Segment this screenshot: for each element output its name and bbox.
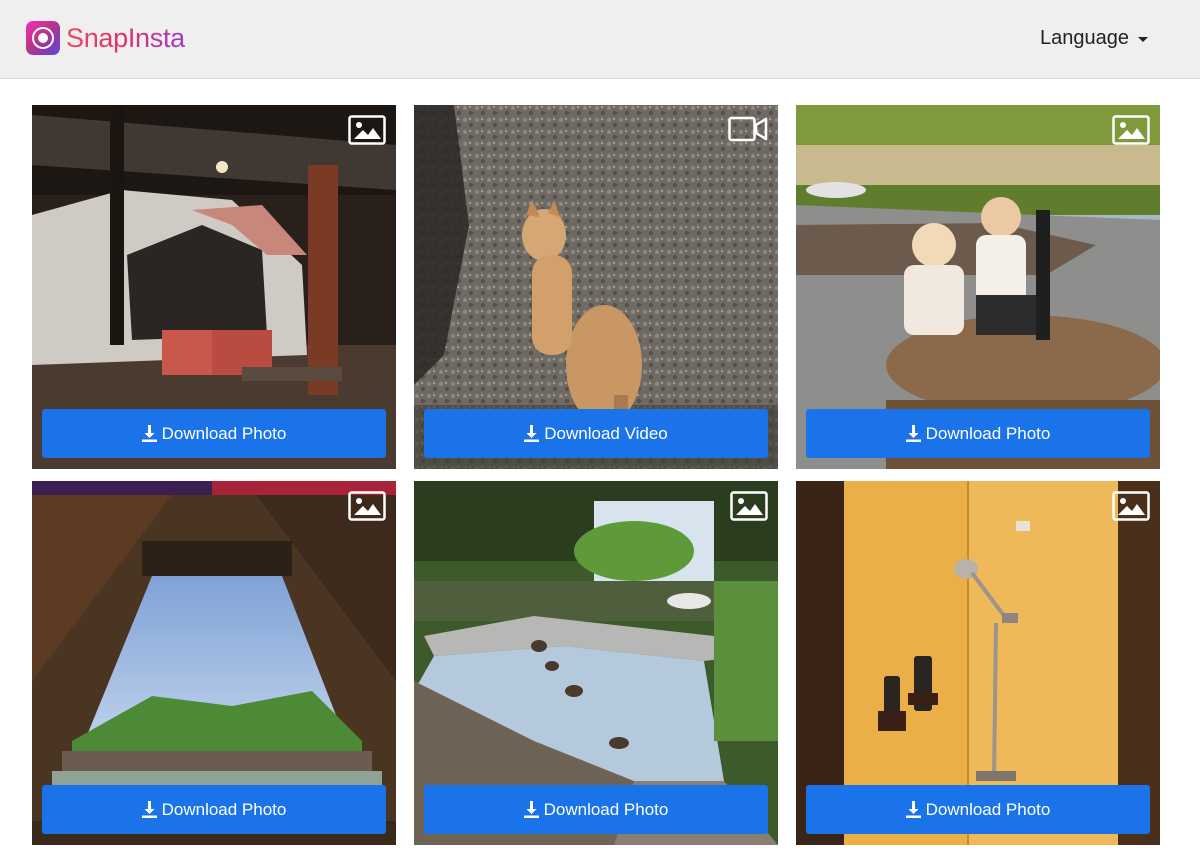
download-photo-button[interactable]: Download Photo [806,409,1150,458]
image-icon [1112,115,1150,150]
download-photo-button[interactable]: Download Photo [42,409,386,458]
download-video-button[interactable]: Download Video [424,409,768,458]
download-button-label: Download Video [544,423,668,443]
brand-link[interactable]: SnapInsta [26,21,185,55]
download-icon [141,801,157,818]
image-icon [1112,491,1150,526]
download-photo-button[interactable]: Download Photo [42,785,386,834]
language-label: Language [1040,27,1129,49]
media-card: Download Photo [32,481,396,845]
media-card: Download Photo [796,105,1160,469]
media-card: Download Photo [414,481,778,845]
download-button-label: Download Photo [161,799,287,819]
download-button-label: Download Photo [925,799,1051,819]
video-camera-icon [728,115,768,148]
caret-down-icon [1138,37,1148,42]
download-button-label: Download Photo [161,423,287,443]
language-dropdown[interactable]: Language [1040,27,1148,50]
download-icon [141,425,157,442]
brand-name: SnapInsta [66,22,185,53]
media-card: Download Photo [796,481,1160,845]
media-grid: Download Photo Download Video Download P… [32,105,1160,845]
download-button-label: Download Photo [543,799,669,819]
media-card: Download Photo [32,105,396,469]
image-icon [348,115,386,150]
camera-logo-icon [26,21,60,55]
download-photo-button[interactable]: Download Photo [424,785,768,834]
download-icon [905,801,921,818]
download-button-label: Download Photo [925,423,1051,443]
image-icon [348,491,386,526]
image-icon [730,491,768,526]
download-icon [905,425,921,442]
download-icon [523,801,539,818]
media-card: Download Video [414,105,778,469]
download-icon [524,425,540,442]
download-photo-button[interactable]: Download Photo [806,785,1150,834]
navbar: SnapInsta Language [0,0,1200,79]
